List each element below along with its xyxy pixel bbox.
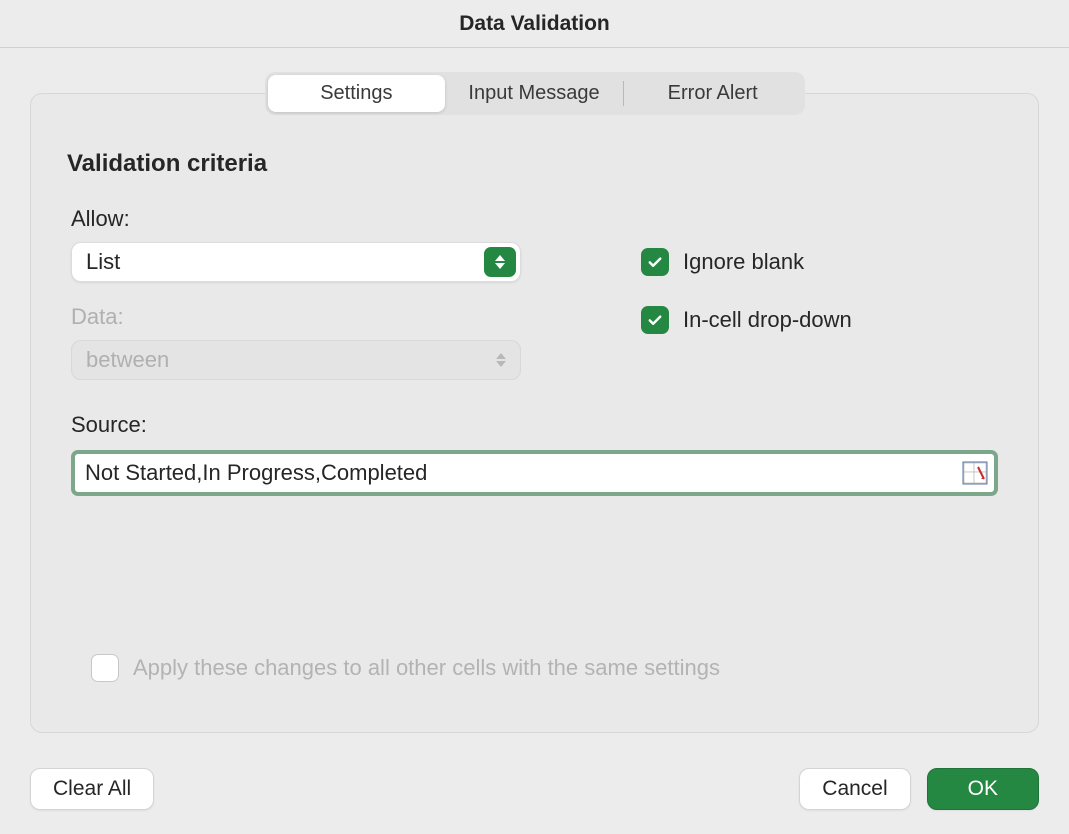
source-label: Source: [71, 412, 998, 438]
dialog-header: Data Validation [0, 0, 1069, 48]
tab-input-message-label: Input Message [468, 82, 599, 104]
ok-button[interactable]: OK [927, 768, 1039, 810]
allow-label: Allow: [71, 206, 521, 232]
in-cell-dropdown-checkbox[interactable] [641, 306, 669, 334]
check-icon [646, 311, 664, 329]
data-select: between [71, 340, 521, 380]
in-cell-dropdown-label: In-cell drop-down [683, 307, 852, 333]
in-cell-dropdown-row: In-cell drop-down [641, 306, 998, 334]
data-label: Data: [71, 304, 521, 330]
clear-all-button[interactable]: Clear All [30, 768, 154, 810]
clear-all-label: Clear All [53, 777, 131, 800]
section-title: Validation criteria [67, 150, 998, 178]
chevron-updown-icon [496, 353, 506, 367]
ok-label: OK [968, 777, 998, 800]
allow-select-value: List [86, 249, 120, 275]
allow-select[interactable]: List [71, 242, 521, 282]
tab-error-alert[interactable]: Error Alert [624, 75, 802, 112]
source-input[interactable] [75, 458, 962, 488]
ignore-blank-checkbox[interactable] [641, 248, 669, 276]
tab-input-message[interactable]: Input Message [445, 75, 623, 112]
apply-all-row: Apply these changes to all other cells w… [91, 654, 720, 682]
apply-all-label: Apply these changes to all other cells w… [133, 655, 720, 681]
ignore-blank-row: Ignore blank [641, 248, 998, 276]
cancel-label: Cancel [822, 777, 887, 800]
dialog-title: Data Validation [459, 12, 610, 36]
settings-panel: Validation criteria Allow: List Data: be… [30, 93, 1039, 733]
check-icon [646, 253, 664, 271]
tab-bar: Settings Input Message Error Alert [265, 72, 805, 115]
cancel-button[interactable]: Cancel [799, 768, 910, 810]
chevron-updown-icon [484, 247, 516, 277]
tab-error-alert-label: Error Alert [668, 82, 758, 104]
ignore-blank-label: Ignore blank [683, 249, 804, 275]
data-select-value: between [86, 347, 169, 373]
dialog-footer: Clear All Cancel OK [0, 768, 1069, 810]
tab-settings[interactable]: Settings [268, 75, 446, 112]
source-input-container [71, 450, 998, 496]
range-selector-icon[interactable] [962, 461, 988, 485]
apply-all-checkbox [91, 654, 119, 682]
tab-settings-label: Settings [320, 82, 392, 104]
